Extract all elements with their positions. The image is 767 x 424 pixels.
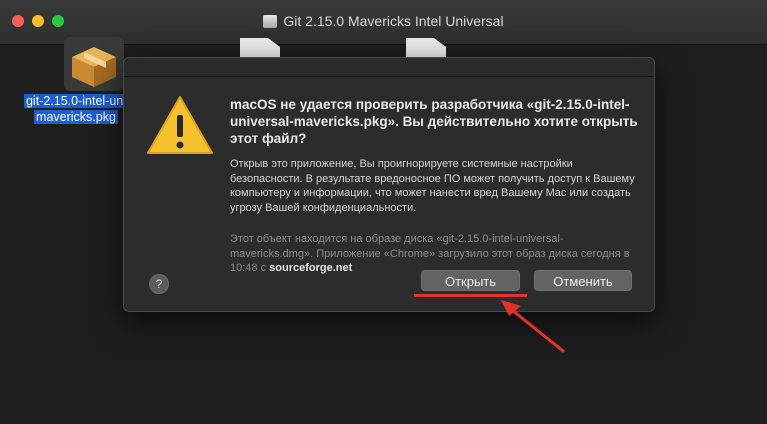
pkg-label-line1: git-2.15.0-intel-uni: [23, 94, 129, 108]
dialog-title: macOS не удается проверить разработчика …: [230, 97, 638, 146]
annotation-arrow-icon: [501, 300, 565, 353]
source-link: sourceforge.net: [269, 262, 353, 274]
disk-image-icon: [263, 15, 278, 28]
dialog-topbar: [124, 58, 654, 77]
dialog-body: Открыв это приложение, Вы проигнорируете…: [230, 158, 635, 214]
package-icon: [64, 37, 124, 91]
pkg-label-line2: mavericks.pkg: [34, 110, 118, 124]
cancel-button[interactable]: Отменить: [534, 270, 632, 291]
security-alert-dialog: macOS не удается проверить разработчика …: [123, 57, 655, 312]
help-button[interactable]: ?: [149, 274, 169, 294]
open-button[interactable]: Открыть: [421, 270, 520, 291]
dialog-info: Этот объект находится на образе диска «g…: [230, 232, 640, 276]
dialog-message: macOS не удается проверить разработчика …: [230, 96, 640, 276]
window-title: Git 2.15.0 Mavericks Intel Universal: [0, 13, 767, 29]
warning-icon: [147, 96, 213, 154]
pkg-file-label: git-2.15.0-intel-uni mavericks.pkg: [12, 93, 140, 125]
window-title-text: Git 2.15.0 Mavericks Intel Universal: [283, 13, 504, 29]
